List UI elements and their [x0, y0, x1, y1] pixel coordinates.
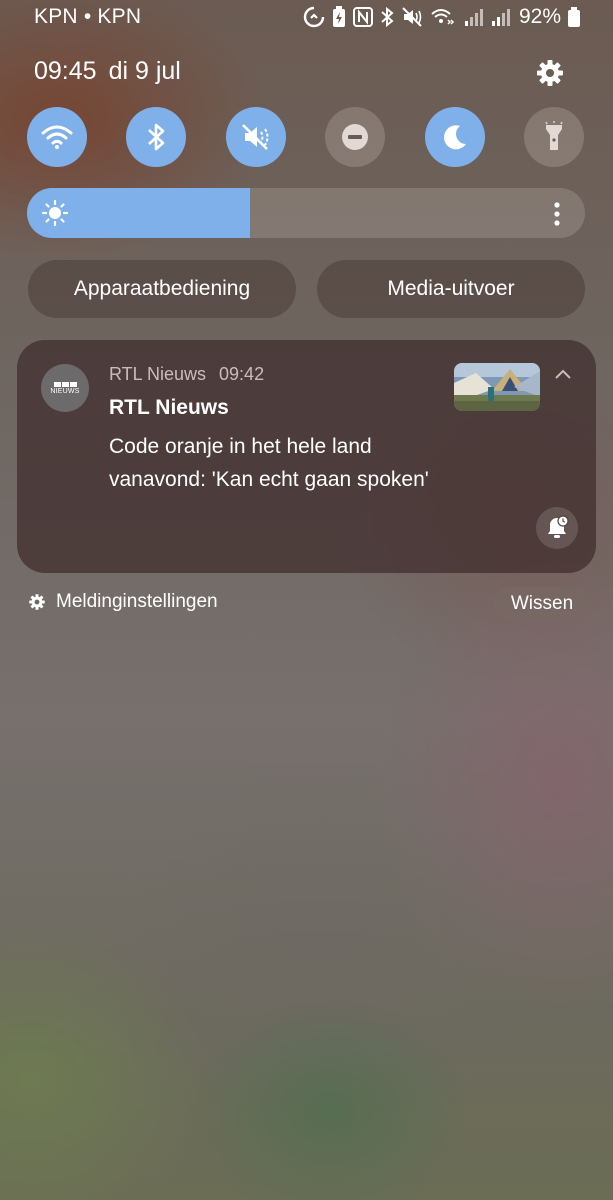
notification-settings-label: Meldinginstellingen	[56, 591, 218, 612]
do-not-disturb-toggle[interactable]	[325, 107, 385, 167]
wifi-calling-icon	[431, 9, 455, 25]
flashlight-icon	[545, 121, 563, 150]
clear-button[interactable]: Wissen	[493, 587, 591, 620]
logo-text: NIEUWS	[50, 387, 80, 395]
device-control-button[interactable]: Apparaatbediening	[28, 260, 296, 318]
dark-mode-toggle[interactable]	[425, 107, 485, 167]
moon-icon	[444, 125, 466, 150]
notification-time: 09:42	[219, 364, 265, 384]
more-options-icon[interactable]	[546, 201, 568, 227]
mute-icon	[242, 124, 269, 150]
clock-date[interactable]: di 9 jul	[109, 57, 181, 86]
bell-snooze-icon	[548, 515, 569, 538]
gear-icon	[29, 594, 45, 610]
flashlight-toggle[interactable]	[524, 107, 584, 167]
bluetooth-icon	[148, 123, 165, 151]
brightness-slider[interactable]	[27, 188, 585, 238]
wifi-icon	[41, 125, 73, 149]
status-bar: KPN • KPN 92%	[0, 0, 613, 34]
bluetooth-toggle[interactable]	[126, 107, 186, 167]
status-icons: 92%	[303, 4, 580, 30]
do-not-disturb-icon	[342, 124, 368, 150]
collapse-chevron-icon[interactable]	[553, 366, 573, 382]
battery-icon	[568, 7, 580, 27]
notification-meta: RTL Nieuws 09:42	[109, 364, 264, 385]
notification-thumbnail	[454, 363, 540, 411]
bluetooth-icon	[381, 6, 394, 28]
notification-app-name: RTL Nieuws	[109, 364, 207, 384]
nfc-icon	[352, 7, 373, 27]
mute-toggle[interactable]	[226, 107, 286, 167]
wifi-toggle[interactable]	[27, 107, 87, 167]
notification-settings-link[interactable]: Meldinginstellingen	[28, 591, 218, 613]
settings-gear-icon[interactable]	[535, 58, 565, 88]
signal-icon	[464, 9, 483, 26]
notification-body: Code oranje in het hele land vanavond: '…	[109, 435, 429, 491]
battery-percent: 92%	[518, 5, 561, 28]
datetime: 09:45 di 9 jul	[34, 57, 181, 86]
snooze-button[interactable]	[536, 507, 578, 549]
notification-card[interactable]: NIEUWS RTL Nieuws 09:42 RTL Nieuws Code …	[17, 340, 596, 573]
mute-icon	[402, 7, 422, 27]
rtl-nieuws-logo: NIEUWS	[41, 364, 89, 412]
sun-icon	[41, 199, 69, 227]
signal-icon	[491, 9, 510, 26]
data-saver-icon	[303, 6, 325, 28]
carrier-label: KPN • KPN	[34, 5, 142, 28]
media-output-button[interactable]: Media-uitvoer	[317, 260, 585, 318]
quick-toggles	[27, 107, 587, 167]
clock-time[interactable]: 09:45	[34, 57, 97, 86]
notification-title: RTL Nieuws	[109, 396, 229, 419]
battery-saver-icon	[332, 6, 345, 27]
